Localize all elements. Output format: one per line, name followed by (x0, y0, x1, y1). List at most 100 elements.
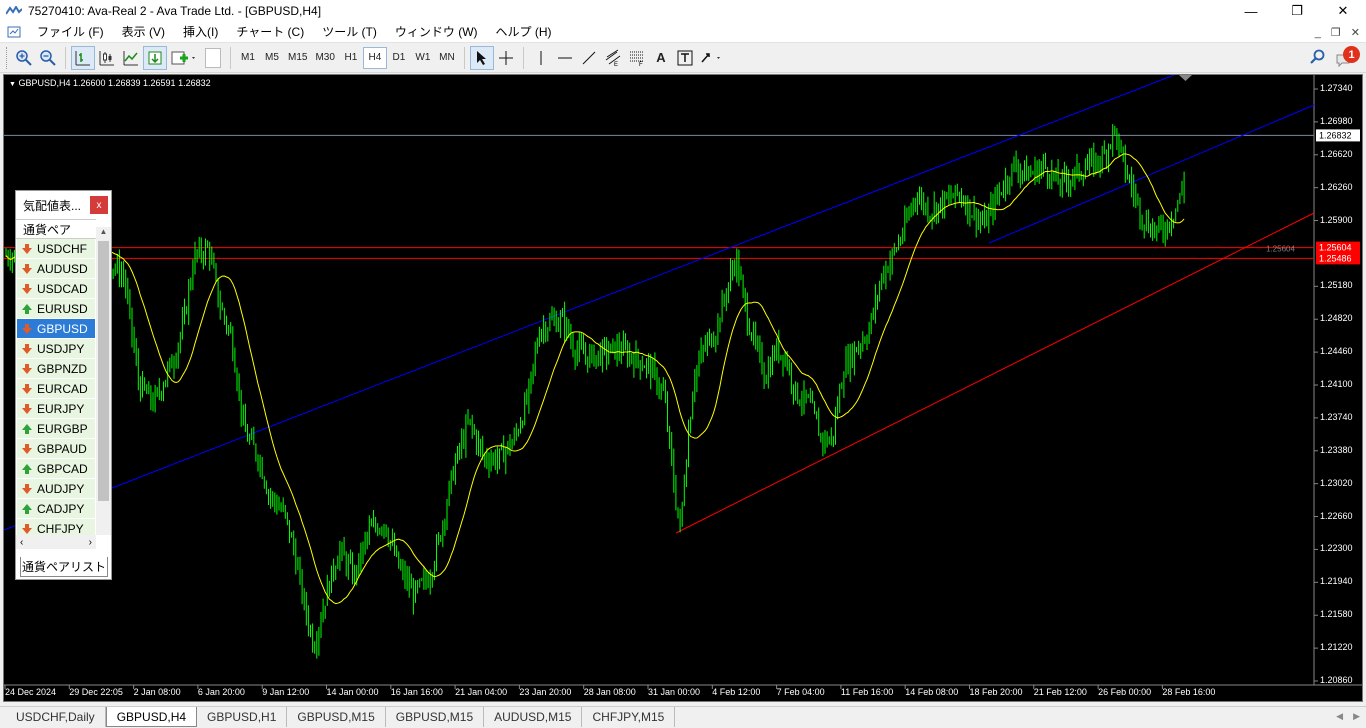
timeframe-m1[interactable]: M1 (236, 47, 260, 69)
line-chart-icon[interactable] (119, 46, 143, 70)
down-arrow-icon (22, 263, 32, 274)
crosshair-icon[interactable] (494, 46, 518, 70)
symbol-row[interactable]: AUDJPY (17, 479, 95, 499)
scroll-left-icon[interactable]: ‹ (20, 537, 23, 548)
notifications-icon[interactable]: 1 (1334, 46, 1360, 70)
chart-window[interactable]: 1.26832 1.25604 1.25486 1.25604 ▼ GBPUSD,H4… (3, 74, 1363, 702)
chart-tab[interactable]: AUDUSD,M15 (484, 707, 583, 727)
chart-tab[interactable]: CHFJPY,M15 (582, 707, 676, 727)
minimize-button[interactable]: — (1228, 0, 1274, 22)
mdi-minimize-button[interactable]: _ (1315, 27, 1321, 39)
down-arrow-icon (22, 243, 32, 254)
symbol-row[interactable]: EURUSD (17, 299, 95, 319)
down-arrow-icon (22, 523, 32, 534)
symbol-row[interactable]: EURJPY (17, 399, 95, 419)
search-icon[interactable] (1310, 49, 1326, 68)
menu-view[interactable]: 表示 (V) (113, 22, 174, 43)
menu-file[interactable]: ファイル (F) (28, 22, 113, 43)
mdi-restore-button[interactable]: ❐ (1331, 26, 1341, 39)
market-watch-scrollbar[interactable]: ▲ (96, 227, 111, 535)
market-watch-hscrollbar[interactable]: ‹ › (16, 535, 96, 549)
fibonacci-icon[interactable]: F (625, 46, 649, 70)
menu-help[interactable]: ヘルプ (H) (487, 22, 561, 43)
bar-chart-icon[interactable] (71, 45, 95, 70)
scrollbar-thumb[interactable] (98, 241, 109, 501)
chart-tabs: USDCHF,Daily GBPUSD,H4 GBPUSD,H1 GBPUSD,… (0, 706, 1366, 728)
symbol-row[interactable]: GBPNZD (17, 359, 95, 379)
timeframe-m30[interactable]: M30 (311, 47, 338, 69)
vertical-line-icon[interactable] (529, 46, 553, 70)
trendline-icon[interactable] (577, 46, 601, 70)
symbol-name: USDCAD (37, 281, 88, 296)
market-watch-panel: 気配値表... x 通貨ペア USDCHF AUDUSD USDCAD EURUSD G… (15, 190, 112, 580)
resistance-price-tag: 1.25604 (1319, 243, 1352, 253)
cursor-icon[interactable] (469, 45, 494, 70)
resistance-price-tag: 1.25486 (1319, 253, 1352, 263)
symbol-row[interactable]: CADJPY (17, 499, 95, 519)
symbol-row[interactable]: USDCAD (17, 279, 95, 299)
date-tick-label: 29 Dec 22:05 (69, 687, 123, 697)
symbol-row[interactable]: USDJPY (17, 339, 95, 359)
chart-shift-marker (1179, 75, 1192, 81)
price-tick-label: 1.21940 (1320, 576, 1353, 587)
scroll-right-icon[interactable]: › (89, 537, 92, 548)
chart-tab[interactable]: GBPUSD,M15 (386, 707, 485, 727)
template-box-icon[interactable] (201, 46, 225, 70)
symbol-row[interactable]: AUDUSD (17, 259, 95, 279)
restore-button[interactable]: ❐ (1274, 0, 1320, 22)
timeframe-h1[interactable]: H1 (339, 47, 363, 69)
mdi-close-button[interactable]: ✕ (1351, 26, 1360, 39)
symbol-row[interactable]: USDCHF (17, 239, 95, 259)
price-chart[interactable]: 1.268321.256041.254861.25604 (4, 75, 1362, 701)
market-watch-header: 気配値表... x (16, 191, 111, 219)
add-indicator-icon[interactable] (167, 46, 201, 70)
symbol-name: GBPAUD (37, 441, 87, 456)
autoscroll-icon[interactable] (143, 45, 167, 70)
price-tick-label: 1.24100 (1320, 379, 1353, 389)
tab-scroll-right-icon[interactable]: ▶ (1353, 711, 1360, 722)
symbol-row[interactable]: GBPUSD (17, 319, 95, 339)
horizontal-line-icon[interactable] (553, 46, 577, 70)
price-tick-label: 1.21580 (1320, 609, 1353, 620)
symbol-name: EURJPY (37, 401, 85, 416)
chart-tab[interactable]: USDCHF,Daily (6, 707, 106, 727)
symbol-row[interactable]: GBPCAD (17, 459, 95, 479)
text-tool-icon[interactable]: A (649, 46, 673, 70)
zoom-in-icon[interactable] (12, 46, 36, 70)
tab-scroll-left-icon[interactable]: ◀ (1336, 711, 1343, 722)
menu-insert[interactable]: 挿入(I) (174, 22, 227, 43)
symbol-column-header[interactable]: 通貨ペア (16, 219, 96, 239)
menu-window[interactable]: ウィンドウ (W) (386, 22, 487, 43)
timeframe-h4[interactable]: H4 (362, 46, 387, 69)
symbols-tab[interactable]: 通貨ペアリスト (20, 557, 108, 577)
menu-tools[interactable]: ツール (T) (313, 22, 386, 43)
chart-tab[interactable]: GBPUSD,H1 (197, 707, 288, 727)
date-tick-label: 24 Dec 2024 (5, 687, 57, 697)
timeframe-d1[interactable]: D1 (387, 47, 411, 69)
timeframe-m15[interactable]: M15 (284, 47, 311, 69)
title-bar: 75270410: Ava-Real 2 - Ava Trade Ltd. - … (0, 0, 1366, 22)
timeframe-mn[interactable]: MN (435, 47, 459, 69)
zoom-out-icon[interactable] (36, 46, 60, 70)
market-watch-close-button[interactable]: x (90, 196, 108, 214)
toolbar-grip[interactable] (6, 46, 9, 69)
chart-window-icon[interactable] (6, 26, 22, 38)
text-label-icon[interactable] (673, 46, 697, 70)
timeframe-w1[interactable]: W1 (411, 47, 435, 69)
menu-charts[interactable]: チャート (C) (227, 22, 313, 43)
symbol-row[interactable]: EURGBP (17, 419, 95, 439)
symbol-row[interactable]: EURCAD (17, 379, 95, 399)
equidistant-channel-icon[interactable]: E (601, 46, 625, 70)
close-button[interactable]: ✕ (1320, 0, 1366, 22)
price-tick-label: 1.23380 (1320, 444, 1353, 455)
date-tick-label: 7 Feb 04:00 (776, 687, 825, 697)
toolbar-separator (463, 46, 465, 69)
symbol-row[interactable]: GBPAUD (17, 439, 95, 459)
arrows-icon[interactable] (697, 46, 727, 70)
chart-tab-active[interactable]: GBPUSD,H4 (105, 707, 198, 727)
timeframe-m5[interactable]: M5 (260, 47, 284, 69)
chart-tab[interactable]: GBPUSD,M15 (287, 707, 386, 727)
svg-text:F: F (639, 62, 643, 67)
candlestick-chart-icon[interactable] (95, 46, 119, 70)
price-tick-label: 1.20860 (1320, 675, 1353, 685)
